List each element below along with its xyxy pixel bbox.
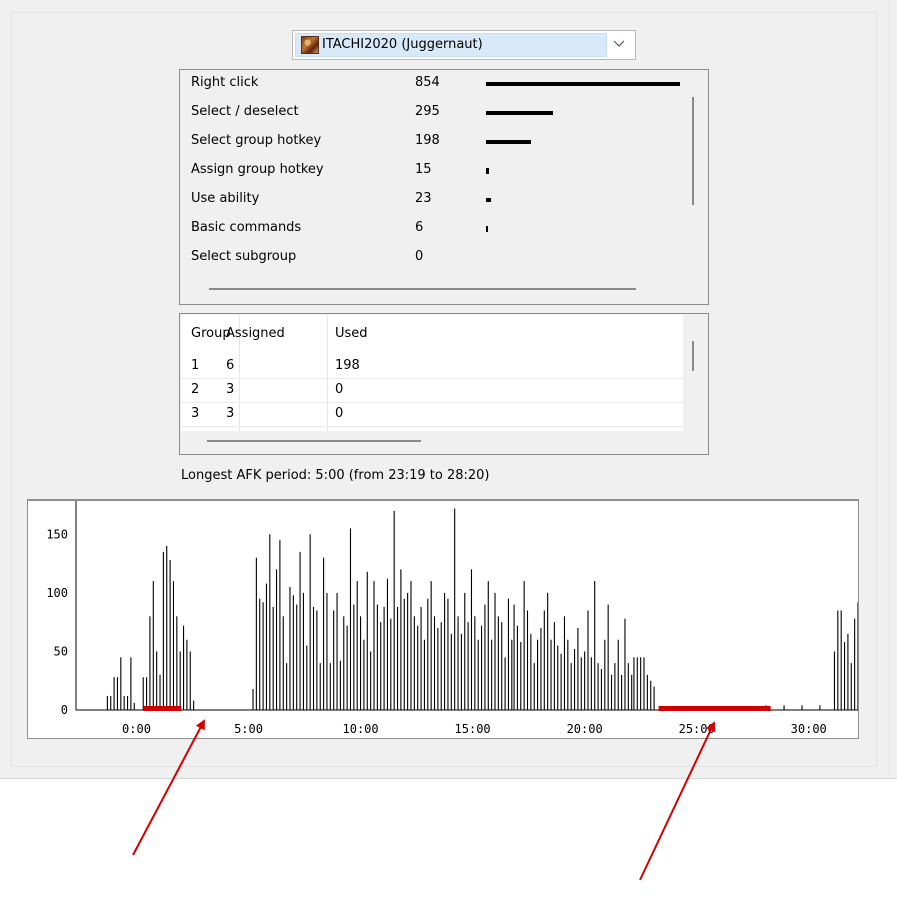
action-row[interactable]: Assign group hotkey 15	[181, 158, 681, 183]
action-row[interactable]: Select subgroup 0	[181, 245, 681, 270]
action-count: 0	[415, 249, 424, 264]
action-name: Assign group hotkey	[191, 162, 324, 177]
y-tick-label: 0	[61, 703, 68, 717]
table-cell: 198	[335, 358, 360, 373]
table-cell: 6	[226, 358, 235, 373]
action-frequency-bar	[486, 140, 531, 144]
x-tick-label: 20:00	[567, 722, 603, 736]
table-cell: 3	[226, 382, 235, 397]
column-header-used[interactable]: Used	[335, 326, 368, 341]
group-table-horizontal-scrollbar[interactable]	[207, 440, 421, 442]
action-name: Select / deselect	[191, 104, 299, 119]
action-count: 15	[415, 162, 432, 177]
action-name: Select subgroup	[191, 249, 297, 264]
action-list-vertical-scrollbar[interactable]	[692, 97, 694, 205]
action-name: Right click	[191, 75, 259, 90]
table-cell: 0	[335, 382, 344, 397]
x-tick-label: 0:00	[122, 722, 151, 736]
action-row[interactable]: Select group hotkey 198	[181, 129, 681, 154]
table-cell: 3	[191, 406, 200, 421]
column-header-group[interactable]: Group	[191, 326, 231, 341]
action-count: 198	[415, 133, 440, 148]
action-count: 23	[415, 191, 432, 206]
action-row[interactable]: Basic commands 6	[181, 216, 681, 241]
action-count: 854	[415, 75, 440, 90]
action-count: 6	[415, 220, 424, 235]
longest-afk-label: Longest AFK period: 5:00 (from 23:19 to …	[181, 468, 490, 483]
x-tick-label: 30:00	[791, 722, 827, 736]
column-header-assigned[interactable]: Assigned	[226, 326, 285, 341]
action-count: 295	[415, 104, 440, 119]
table-cell: 1	[191, 358, 200, 373]
action-frequency-bar	[486, 226, 488, 232]
table-row[interactable]: 1 6 198	[181, 355, 683, 379]
x-tick-label: 15:00	[455, 722, 491, 736]
apm-chart-canvas: 0 50 100 150 0:00 5:00 10:00 15:00 20:00 25:00 30:…	[46, 501, 858, 736]
table-row[interactable]: 2 3 0	[181, 379, 683, 403]
action-name: Basic commands	[191, 220, 302, 235]
y-tick-label: 100	[46, 586, 68, 600]
action-row[interactable]: Use ability 23	[181, 187, 681, 212]
window-edge	[889, 0, 890, 778]
afk-period-marker	[658, 706, 771, 711]
action-frequency-bar	[486, 168, 489, 174]
x-tick-label: 10:00	[343, 722, 379, 736]
player-select-dropdown[interactable]: ITACHI2020 (Juggernaut)	[292, 30, 636, 60]
player-select-value: ITACHI2020 (Juggernaut)	[322, 37, 483, 52]
action-frequency-bar	[486, 111, 553, 115]
action-name: Select group hotkey	[191, 133, 322, 148]
apm-timeline-chart: 0 50 100 150 0:00 5:00 10:00 15:00 20:00 25:00 30:…	[27, 499, 859, 739]
y-tick-label: 150	[46, 527, 68, 541]
table-cell: 0	[335, 406, 344, 421]
x-tick-label: 25:00	[679, 722, 715, 736]
action-row[interactable]: Select / deselect 295	[181, 100, 681, 125]
chevron-down-icon[interactable]	[612, 38, 626, 50]
table-row[interactable]: 3 3 0	[181, 403, 683, 427]
group-table-body: Group Assigned Used 1 6 198 2 3 0 3 3 0	[181, 315, 683, 431]
action-list-rows: Right click 854 Select / deselect 295 Select…	[181, 71, 681, 277]
action-stats-list: Right click 854 Select / deselect 295 Select…	[179, 69, 709, 305]
group-hotkey-table: Group Assigned Used 1 6 198 2 3 0 3 3 0	[179, 313, 709, 455]
action-list-horizontal-scrollbar[interactable]	[209, 288, 636, 290]
y-tick-label: 50	[54, 644, 68, 658]
table-cell: 2	[191, 382, 200, 397]
action-name: Use ability	[191, 191, 260, 206]
table-cell: 3	[226, 406, 235, 421]
action-row[interactable]: Right click 854	[181, 71, 681, 96]
afk-period-marker	[143, 706, 182, 711]
player-select-highlight: ITACHI2020 (Juggernaut)	[295, 33, 607, 57]
x-tick-label: 5:00	[234, 722, 263, 736]
action-frequency-bar	[486, 82, 680, 86]
group-table-vertical-scrollbar[interactable]	[692, 341, 694, 371]
action-frequency-bar	[486, 198, 491, 202]
hero-portrait-icon	[301, 36, 319, 54]
